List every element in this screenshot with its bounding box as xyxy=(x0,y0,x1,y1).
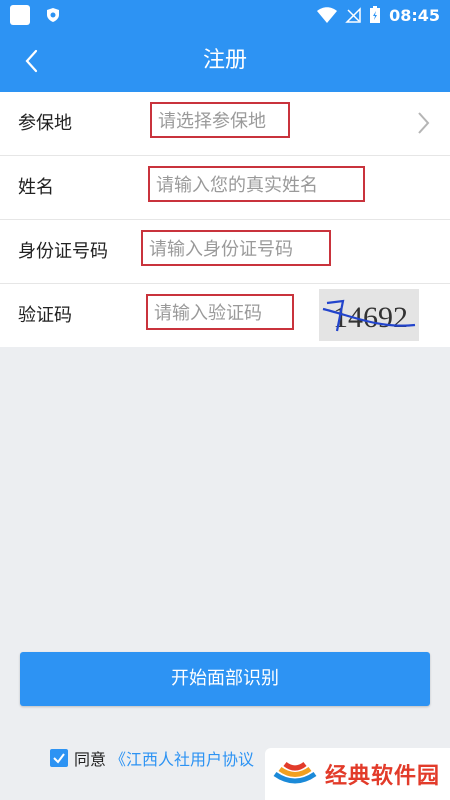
notification-icon xyxy=(10,5,30,25)
app-bar: 注册 xyxy=(0,30,450,92)
user-agreement-link[interactable]: 《江西人社用户协议 xyxy=(110,746,254,770)
insured-place-label: 参保地 xyxy=(18,113,72,134)
id-number-label: 身份证号码 xyxy=(18,241,108,262)
watermark: 经典软件园 xyxy=(265,748,450,800)
insured-place-select[interactable]: 请选择参保地 xyxy=(150,102,290,138)
name-label: 姓名 xyxy=(18,177,54,198)
row-id-number: 身份证号码 请输入身份证号码 xyxy=(0,220,450,284)
row-name: 姓名 请输入您的真实姓名 xyxy=(0,156,450,220)
watermark-text: 经典软件园 xyxy=(325,764,441,789)
check-icon xyxy=(53,753,65,764)
row-captcha: 验证码 请输入验证码 14692 xyxy=(0,284,450,347)
agree-label: 同意 xyxy=(74,750,107,769)
watermark-logo xyxy=(273,761,317,784)
id-number-input[interactable]: 请输入身份证号码 xyxy=(141,230,331,266)
status-time: 08:45 xyxy=(389,5,440,25)
captcha-image[interactable]: 14692 xyxy=(319,289,419,341)
captcha-label: 验证码 xyxy=(18,305,72,326)
no-signal-icon xyxy=(345,7,361,23)
registration-form: 参保地 请选择参保地 姓名 请输入您的真实姓名 身份证号码 请输入身份证号码 验… xyxy=(0,92,450,347)
shield-icon xyxy=(47,8,59,22)
captcha-input[interactable]: 请输入验证码 xyxy=(146,294,294,330)
start-face-recognition-button[interactable]: 开始面部识别 xyxy=(20,652,430,706)
status-bar: 08:45 xyxy=(0,0,450,30)
row-insured-place[interactable]: 参保地 请选择参保地 xyxy=(0,92,450,156)
page-title: 注册 xyxy=(202,48,247,73)
wifi-icon xyxy=(317,7,338,23)
chevron-right-icon xyxy=(418,112,430,134)
agreement-row: 同意 《江西人社用户协议 xyxy=(50,746,254,770)
agree-checkbox[interactable] xyxy=(50,749,68,767)
battery-icon xyxy=(370,6,381,23)
name-input[interactable]: 请输入您的真实姓名 xyxy=(148,166,365,202)
captcha-text: 14692 xyxy=(333,301,408,334)
